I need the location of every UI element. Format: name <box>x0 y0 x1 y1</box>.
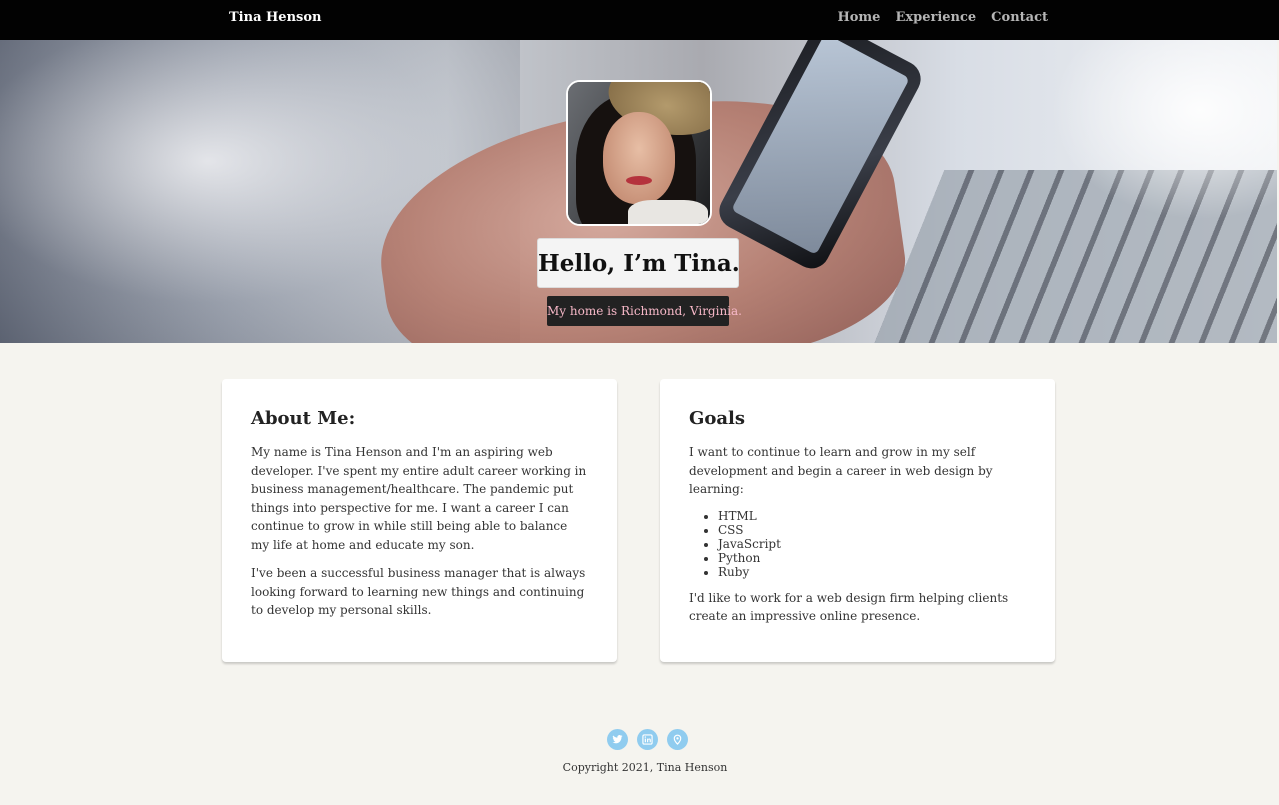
skills-list: HTML CSS JavaScript Python Ruby <box>718 509 1026 579</box>
nav-link-contact[interactable]: Contact <box>991 10 1048 25</box>
hero-background-glare <box>1050 40 1277 220</box>
linkedin-icon-glyph <box>642 734 653 745</box>
about-paragraph: My name is Tina Henson and I'm an aspiri… <box>251 445 587 552</box>
profile-photo <box>566 80 712 226</box>
skill-item: Python <box>718 551 1026 565</box>
skill-item: HTML <box>718 509 1026 523</box>
skill-item: CSS <box>718 523 1026 537</box>
goals-intro: I want to continue to learn and grow in … <box>689 445 993 496</box>
location-icon[interactable] <box>667 729 688 750</box>
profile-photo-lips <box>626 176 652 185</box>
profile-photo-shirt <box>628 200 708 224</box>
navbar: Tina Henson Home Experience Contact <box>0 0 1279 40</box>
copyright-text: Copyright 2021, Tina Henson <box>562 761 728 774</box>
about-paragraph: I've been a successful business manager … <box>251 566 586 617</box>
twitter-icon-glyph <box>612 735 623 744</box>
brand-link[interactable]: Tina Henson <box>229 10 321 25</box>
about-card: About Me: My name is Tina Henson and I'm… <box>222 379 617 662</box>
goals-card: Goals I want to continue to learn and gr… <box>660 379 1055 662</box>
nav-links: Home Experience Contact <box>837 10 1048 25</box>
about-heading: About Me: <box>251 408 356 429</box>
twitter-icon[interactable] <box>607 729 628 750</box>
hero-subtitle: My home is Richmond, Virginia. <box>547 296 742 326</box>
nav-link-home[interactable]: Home <box>837 10 880 25</box>
goals-heading: Goals <box>689 408 746 429</box>
social-links <box>607 729 688 750</box>
hero-title: Hello, I’m Tina. <box>537 238 740 288</box>
goals-outro: I'd like to work for a web design firm h… <box>689 590 1009 624</box>
linkedin-icon[interactable] <box>637 729 658 750</box>
location-icon-glyph <box>673 734 682 745</box>
skill-item: Ruby <box>718 565 1026 579</box>
profile-photo-face <box>603 112 675 204</box>
nav-link-experience[interactable]: Experience <box>895 10 976 25</box>
skill-item: JavaScript <box>718 537 1026 551</box>
